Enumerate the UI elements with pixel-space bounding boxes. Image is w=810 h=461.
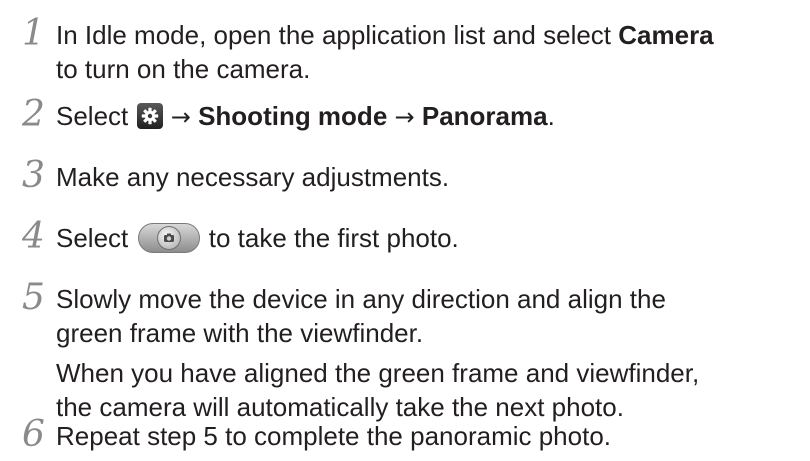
step-number: 1 — [22, 13, 45, 54]
step-text: Make any necessary adjustments. — [56, 160, 808, 194]
shutter-button — [137, 223, 200, 253]
step-line: Make any necessary adjustments. — [56, 162, 450, 192]
step-line: Select to take the first photo. — [56, 221, 808, 255]
gear-icon — [141, 107, 158, 125]
shooting-mode-label: Shooting mode — [198, 101, 388, 131]
step-line: Repeat step 5 to complete the panoramic … — [56, 421, 612, 451]
camera-shutter-icon — [163, 233, 174, 242]
step-line: When you have aligned the green frame an… — [56, 358, 700, 388]
step-text-part: . — [547, 101, 555, 131]
camera-label: Camera — [618, 20, 714, 50]
step-line: green frame with the viewfinder. — [56, 318, 424, 348]
arrow: → — [170, 103, 191, 131]
step-line: to turn on the camera. — [56, 54, 311, 84]
step-number: 3 — [22, 155, 45, 196]
step-number: 5 — [22, 277, 45, 318]
step-text: In Idle mode, open the application list … — [56, 18, 808, 86]
step-text-part: In Idle mode, open the application list … — [56, 20, 619, 50]
step-line: Slowly move the device in any direction … — [56, 284, 666, 314]
settings-button — [136, 103, 163, 129]
step-number: 4 — [22, 216, 45, 257]
step-text: Select to take the first photo. — [56, 221, 808, 255]
step-text: Slowly move the device in any direction … — [56, 282, 808, 424]
step-text-part: to take the first photo. — [208, 223, 459, 253]
step-text-part: Select — [56, 223, 129, 253]
step-text: Select → Shooting mode → Panorama. — [56, 99, 808, 134]
step-number: 2 — [22, 94, 45, 135]
step-text: Repeat step 5 to complete the panoramic … — [56, 419, 808, 453]
shutter-button-inner — [156, 226, 181, 250]
step-line: In Idle mode, open the application list … — [56, 18, 808, 52]
arrow: → — [394, 103, 415, 131]
panorama-label: Panorama — [421, 101, 548, 131]
step-line: Select → Shooting mode → Panorama. — [56, 99, 808, 134]
step-number: 6 — [22, 414, 45, 455]
step-text-part: Select — [56, 101, 129, 131]
